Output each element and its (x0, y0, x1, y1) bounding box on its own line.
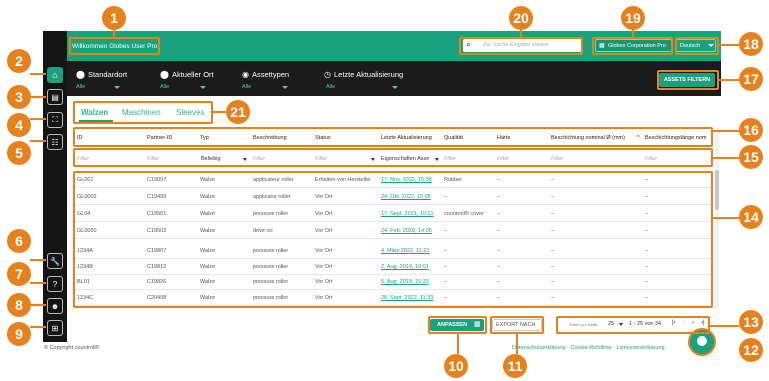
account-button[interactable]: ☻ (47, 298, 63, 314)
outline-company (592, 37, 673, 55)
outline-filters (73, 148, 713, 167)
connector (719, 79, 739, 81)
connector (30, 304, 46, 306)
scan-button[interactable]: ⛶ (47, 112, 63, 128)
sidebar: ⌂ ▤ ⛶ ☷ 🔧 ? ☻ ⊞ (43, 31, 67, 342)
help-button[interactable]: ? (47, 276, 63, 292)
callout-badge: 12 (739, 338, 763, 362)
connector (30, 96, 46, 98)
chevron-down-icon (200, 86, 206, 89)
filter-label: Assettypen (251, 70, 290, 79)
filter-label: Aktueller Ort (171, 70, 214, 79)
asset-filter-bar: ⬤ Standardort Alle ⬤ Aktueller Ort Alle … (67, 61, 721, 96)
scan-icon: ⛶ (52, 115, 58, 124)
document-icon: ▤ (51, 92, 59, 102)
chat-icon (697, 336, 707, 346)
filter-label: Standardort (87, 70, 128, 79)
outline-pagination (556, 316, 710, 334)
filter-value: Alle (242, 84, 252, 90)
help-icon: ? (52, 279, 58, 289)
chevron-down-icon (282, 86, 288, 89)
chevron-down-icon (114, 86, 120, 89)
clock-icon: ◷ (324, 70, 331, 79)
connector (457, 334, 459, 354)
outline-welcome (69, 37, 160, 55)
wrench-icon: 🔧 (50, 256, 60, 266)
connector (713, 130, 739, 132)
callout-badge: 5 (7, 141, 31, 165)
callout-badge: 16 (739, 118, 763, 142)
outline-search (459, 37, 583, 55)
callout-badge: 11 (503, 354, 527, 378)
chevron-down-icon (392, 86, 398, 89)
user-icon: ☻ (50, 301, 60, 311)
callout-badge: 2 (7, 49, 31, 73)
callout-badge: 19 (621, 6, 645, 30)
filter-value: Alle (76, 84, 86, 90)
connector (213, 111, 227, 113)
home-button[interactable]: ⌂ (47, 67, 63, 83)
outline-anpassen (428, 316, 487, 334)
connector (516, 334, 518, 354)
connector (30, 282, 46, 284)
callout-badge: 3 (7, 85, 31, 109)
callout-badge: 14 (739, 205, 763, 229)
footer-links[interactable]: Datenschutzerklärung · Cookie-Richtlinie… (512, 345, 665, 351)
outline-export (490, 316, 544, 334)
connector (713, 157, 739, 159)
connector (30, 73, 46, 75)
callout-badge: 1 (102, 6, 126, 30)
callout-badge: 10 (444, 354, 468, 378)
home-icon: ⌂ (52, 70, 58, 80)
expand-button[interactable]: ⊞ (47, 320, 63, 336)
map-pin-icon: ⬤ (160, 70, 169, 79)
copyright-text: © Copyright countroll® (44, 345, 100, 351)
callout-badge: 18 (739, 32, 763, 56)
outline-filter-button (657, 70, 719, 90)
filter-label: Letzte Aktualisierung (333, 70, 404, 79)
callout-badge: 4 (7, 113, 31, 137)
location-icon: ⬤ (76, 70, 85, 79)
connector (30, 118, 46, 120)
callout-badge: 6 (7, 229, 31, 253)
callout-badge: 20 (509, 6, 533, 30)
scrollbar-thumb[interactable] (715, 170, 719, 210)
callout-badge: 9 (7, 322, 31, 346)
tools-button[interactable]: 🔧 (47, 253, 63, 269)
callout-badge: 15 (739, 145, 763, 169)
callout-badge: 13 (739, 310, 763, 334)
callout-badge: 7 (7, 262, 31, 286)
outline-tabs (73, 101, 213, 124)
expand-icon: ⊞ (51, 323, 59, 333)
outline-header (73, 127, 713, 147)
connector (30, 326, 46, 328)
connector (30, 259, 46, 261)
callout-badge: 17 (739, 67, 763, 91)
connector (719, 44, 739, 46)
callout-badge: 21 (226, 100, 250, 124)
callout-badge: 8 (7, 293, 31, 317)
filter-value: Alle (160, 84, 170, 90)
outline-language (675, 37, 719, 55)
documents-button[interactable]: ▤ (47, 89, 63, 105)
outline-rows (73, 171, 713, 308)
filter-value: Alle (326, 84, 336, 90)
connector (710, 325, 739, 327)
connector (713, 217, 739, 219)
connector (30, 140, 46, 142)
checklist-icon: ☷ (51, 137, 59, 147)
radio-icon: ◉ (242, 70, 249, 79)
checklist-button[interactable]: ☷ (47, 134, 63, 150)
